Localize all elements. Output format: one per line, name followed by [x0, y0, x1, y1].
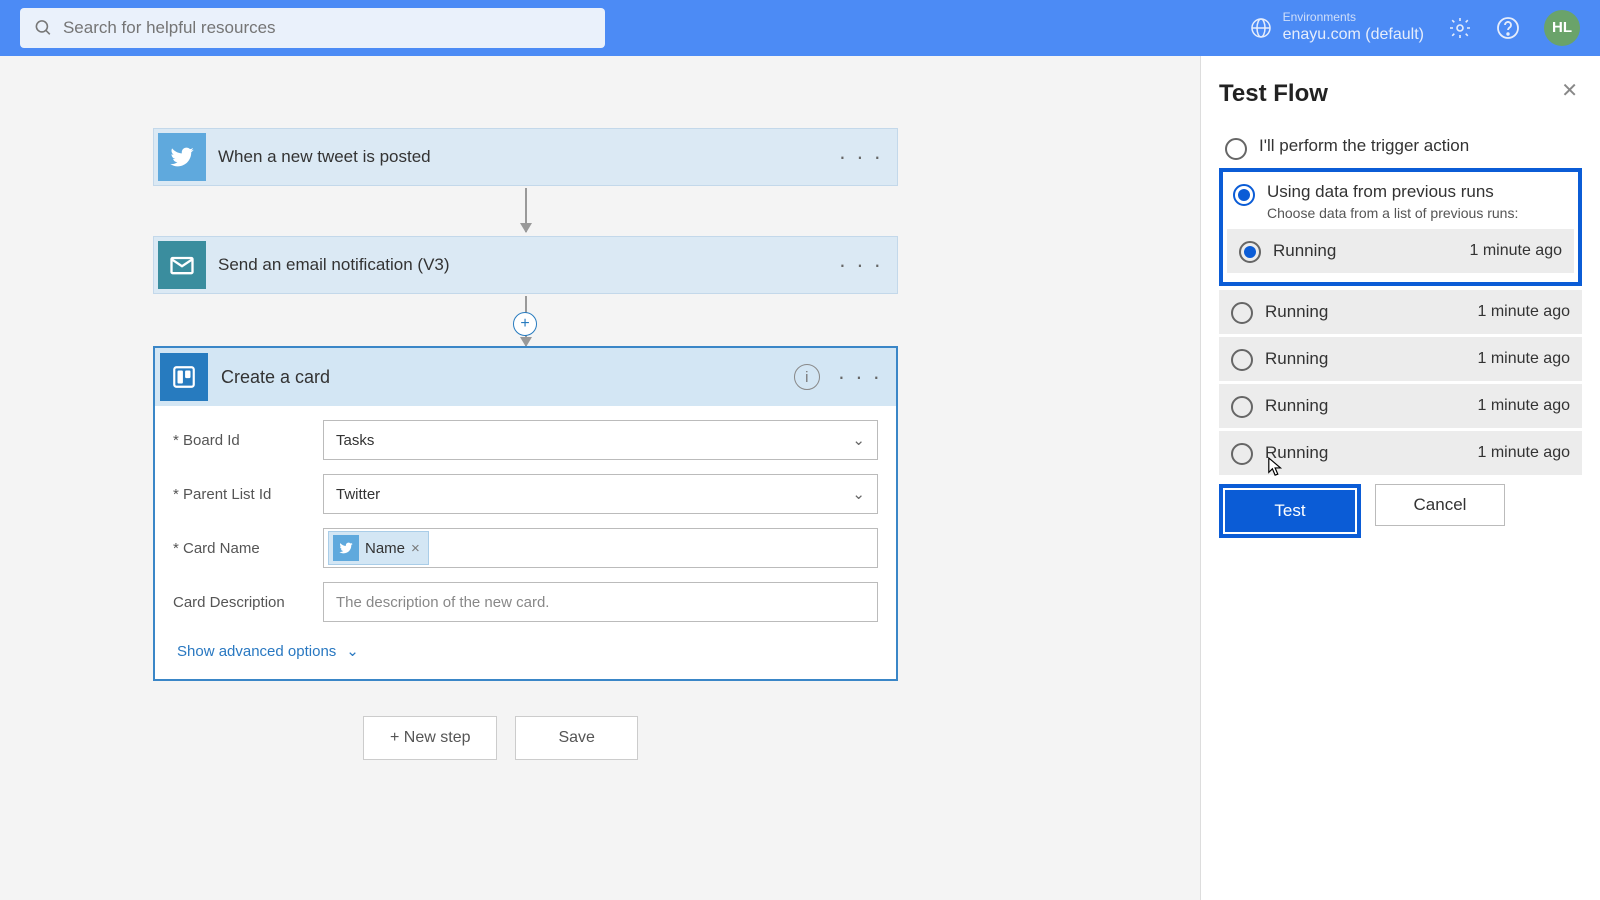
radio-previous[interactable]	[1233, 184, 1255, 206]
environment-picker[interactable]: Environments enayu.com (default)	[1249, 10, 1424, 46]
card-desc-placeholder: The description of the new card.	[336, 594, 549, 611]
twitter-icon	[158, 133, 206, 181]
card-name-label: * Card Name	[173, 540, 323, 557]
show-advanced-link[interactable]: Show advanced options ⌄	[177, 642, 359, 660]
run-time: 1 minute ago	[1469, 242, 1562, 260]
card-desc-input[interactable]: The description of the new card.	[323, 582, 878, 622]
run-time: 1 minute ago	[1477, 350, 1570, 368]
run-radio[interactable]	[1231, 302, 1253, 324]
panel-title: Test Flow	[1219, 80, 1582, 108]
card-name-input[interactable]: Name ×	[323, 528, 878, 568]
run-status: Running	[1265, 349, 1328, 369]
new-step-button[interactable]: + New step	[363, 716, 497, 760]
dynamic-token-name[interactable]: Name ×	[328, 531, 429, 565]
action-step-email[interactable]: Send an email notification (V3) · · ·	[153, 236, 898, 294]
search-icon	[34, 18, 53, 38]
token-label: Name	[365, 540, 405, 557]
run-time: 1 minute ago	[1477, 397, 1570, 415]
add-step-inline[interactable]: +	[513, 312, 537, 336]
run-radio[interactable]	[1231, 443, 1253, 465]
cursor-icon	[1267, 456, 1285, 478]
save-button[interactable]: Save	[515, 716, 637, 760]
close-icon[interactable]: ✕	[1561, 78, 1578, 103]
trello-icon	[160, 353, 208, 401]
gear-icon[interactable]	[1448, 16, 1472, 40]
opt2-sub: Choose data from a list of previous runs…	[1267, 205, 1518, 221]
search-box[interactable]	[20, 8, 605, 48]
avatar[interactable]: HL	[1544, 10, 1580, 46]
run-item-2[interactable]: Running 1 minute ago	[1219, 337, 1582, 384]
run-radio[interactable]	[1231, 349, 1253, 371]
run-item-0[interactable]: Running 1 minute ago	[1227, 229, 1574, 276]
step1-title: When a new tweet is posted	[218, 147, 431, 167]
run-status: Running	[1265, 396, 1328, 416]
board-id-select[interactable]: Tasks ⌄	[323, 420, 878, 460]
search-input[interactable]	[63, 18, 591, 38]
step3-title: Create a card	[221, 367, 330, 388]
parent-list-select[interactable]: Twitter ⌄	[323, 474, 878, 514]
action-step-trello: Create a card i · · · * Board Id Tasks ⌄…	[153, 346, 898, 681]
chevron-down-icon: ⌄	[852, 431, 865, 449]
cancel-button[interactable]: Cancel	[1375, 484, 1505, 526]
board-id-value: Tasks	[336, 432, 374, 449]
globe-icon	[1249, 16, 1273, 40]
top-bar: Environments enayu.com (default) HL	[0, 0, 1600, 56]
info-icon[interactable]: i	[794, 364, 820, 390]
step2-title: Send an email notification (V3)	[218, 255, 450, 275]
env-label: Environments	[1283, 10, 1424, 26]
parent-list-label: * Parent List Id	[173, 486, 323, 503]
parent-list-value: Twitter	[336, 486, 380, 503]
remove-token-icon[interactable]: ×	[411, 540, 420, 557]
run-radio[interactable]	[1239, 241, 1261, 263]
highlighted-section: Using data from previous runs Choose dat…	[1219, 168, 1582, 286]
run-status: Running	[1265, 302, 1328, 322]
twitter-icon	[333, 535, 359, 561]
top-right: Environments enayu.com (default) HL	[1249, 10, 1580, 46]
trigger-option-manual[interactable]: I'll perform the trigger action	[1219, 128, 1582, 168]
test-button[interactable]: Test	[1225, 490, 1355, 532]
run-item-3[interactable]: Running 1 minute ago	[1219, 384, 1582, 431]
run-time: 1 minute ago	[1477, 444, 1570, 462]
card-desc-label: Card Description	[173, 594, 323, 611]
trigger-option-previous[interactable]: Using data from previous runs Choose dat…	[1227, 178, 1574, 229]
env-value: enayu.com (default)	[1283, 25, 1424, 46]
mail-icon	[158, 241, 206, 289]
step2-menu[interactable]: · · ·	[839, 252, 883, 278]
chevron-down-icon: ⌄	[852, 485, 865, 503]
trello-step-header[interactable]: Create a card i · · ·	[155, 348, 896, 406]
radio-manual[interactable]	[1225, 138, 1247, 160]
test-button-highlight: Test	[1219, 484, 1361, 538]
help-icon[interactable]	[1496, 16, 1520, 40]
board-id-label: * Board Id	[173, 432, 323, 449]
opt1-label: I'll perform the trigger action	[1259, 136, 1469, 156]
advanced-label: Show advanced options	[177, 643, 336, 660]
run-radio[interactable]	[1231, 396, 1253, 418]
run-item-1[interactable]: Running 1 minute ago	[1219, 290, 1582, 337]
run-time: 1 minute ago	[1477, 303, 1570, 321]
step1-menu[interactable]: · · ·	[839, 144, 883, 170]
trigger-step[interactable]: When a new tweet is posted · · ·	[153, 128, 898, 186]
chevron-down-icon: ⌄	[346, 642, 359, 660]
opt2-label: Using data from previous runs	[1267, 182, 1518, 202]
arrow-1	[525, 188, 527, 232]
step3-menu[interactable]: · · ·	[838, 364, 882, 390]
test-flow-panel: Test Flow ✕ I'll perform the trigger act…	[1200, 56, 1600, 900]
run-status: Running	[1273, 241, 1336, 261]
